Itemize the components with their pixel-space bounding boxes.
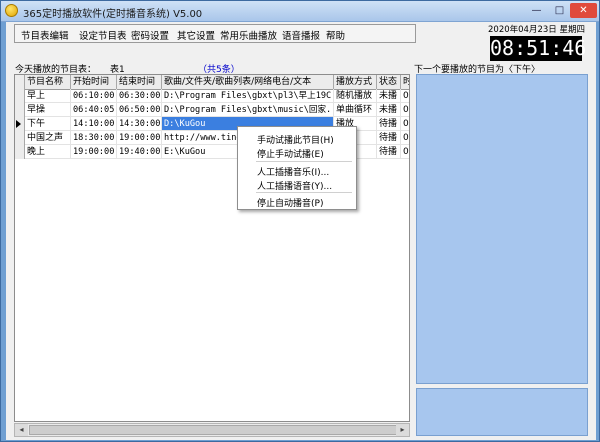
cell-play-mode: 单曲循环 bbox=[334, 103, 377, 117]
cell-status: 待播 bbox=[377, 131, 401, 145]
ctx-separator bbox=[256, 192, 352, 193]
cell-start-time: 18:30:00 bbox=[71, 131, 117, 145]
cell-end-time: 19:00:00 bbox=[117, 131, 162, 145]
cell-end-time: 19:40:00 bbox=[117, 145, 162, 159]
cell-program-name: 晚上 bbox=[25, 145, 71, 159]
ctx-manual-test-play[interactable]: 手动试播此节目(H) bbox=[257, 133, 334, 146]
menu-common-music[interactable]: 常用乐曲播放 bbox=[220, 28, 277, 42]
cell-end-time: 06:50:00 bbox=[117, 103, 162, 117]
cell-program-name: 下午 bbox=[25, 117, 71, 131]
row-indicator bbox=[15, 103, 25, 117]
header-status[interactable]: 状态 bbox=[377, 75, 401, 89]
main-client-area: 节目表编辑 设定节目表 密码设置 其它设置 常用乐曲播放 语音播报 帮助 202… bbox=[6, 22, 596, 440]
context-menu: 手动试播此节目(H) 停止手动试播(E) 人工插播音乐(I)... 人工插播语音… bbox=[237, 126, 357, 210]
cell-program-name: 早操 bbox=[25, 103, 71, 117]
header-time-extra[interactable]: 时 bbox=[401, 75, 409, 89]
cell-status: 未播 bbox=[377, 103, 401, 117]
minimize-button[interactable]: — bbox=[524, 3, 549, 18]
ctx-separator bbox=[256, 161, 352, 162]
header-end-time[interactable]: 结束时间 bbox=[117, 75, 162, 89]
ctx-stop-manual-play[interactable]: 停止手动试播(E) bbox=[257, 147, 324, 160]
header-indicator bbox=[15, 75, 25, 89]
cell-extra: 06 bbox=[401, 103, 409, 117]
cell-end-time: 14:30:00 bbox=[117, 117, 162, 131]
digital-clock: 08:51:46 bbox=[490, 36, 587, 61]
menu-other-settings[interactable]: 其它设置 bbox=[177, 28, 215, 42]
scrollbar-thumb[interactable] bbox=[29, 425, 399, 435]
cell-end-time: 06:30:00 bbox=[117, 89, 162, 103]
menu-voice-broadcast[interactable]: 语音播报 bbox=[282, 28, 320, 42]
title-bar[interactable]: 365定时播放软件(定时播音系统) V5.00 — □ ✕ bbox=[1, 1, 599, 22]
horizontal-scrollbar[interactable]: ◂ ▸ bbox=[14, 423, 410, 437]
scroll-left-icon[interactable]: ◂ bbox=[15, 424, 28, 436]
header-play-mode[interactable]: 播放方式 bbox=[334, 75, 377, 89]
date-display: 2020年04月23日 星期四 bbox=[488, 25, 585, 35]
row-indicator bbox=[15, 131, 25, 145]
cell-extra: 00 bbox=[401, 117, 409, 131]
cell-status: 待播 bbox=[377, 117, 401, 131]
ctx-stop-auto-play[interactable]: 停止自动播音(P) bbox=[257, 196, 323, 209]
menu-set-schedule[interactable]: 设定节目表 bbox=[79, 28, 127, 42]
cell-extra: 06 bbox=[401, 89, 409, 103]
cell-extra: 00 bbox=[401, 131, 409, 145]
header-program-name[interactable]: 节目名称 bbox=[25, 75, 71, 89]
app-icon bbox=[5, 4, 18, 17]
menu-edit-schedule[interactable]: 节目表编辑 bbox=[21, 28, 69, 42]
cell-start-time: 06:40:05 bbox=[71, 103, 117, 117]
cell-program-name: 早上 bbox=[25, 89, 71, 103]
ctx-insert-voice[interactable]: 人工插播语音(Y)... bbox=[257, 179, 332, 192]
table-row[interactable]: 早上 06:10:00 06:30:00 D:\Program Files\gb… bbox=[15, 89, 409, 103]
cell-play-mode: 随机播放 bbox=[334, 89, 377, 103]
close-button[interactable]: ✕ bbox=[570, 3, 597, 18]
row-indicator bbox=[15, 89, 25, 103]
menu-help[interactable]: 帮助 bbox=[326, 28, 345, 42]
cell-source: D:\Program Files\gbxt\pl3\早上19C bbox=[162, 89, 334, 103]
cell-start-time: 06:10:00 bbox=[71, 89, 117, 103]
table-row[interactable]: 早操 06:40:05 06:50:00 D:\Program Files\gb… bbox=[15, 103, 409, 117]
scroll-right-icon[interactable]: ▸ bbox=[396, 424, 409, 436]
maximize-button[interactable]: □ bbox=[547, 3, 572, 18]
window-title: 365定时播放软件(定时播音系统) V5.00 bbox=[23, 9, 203, 20]
row-indicator bbox=[15, 117, 25, 131]
cell-source: D:\Program Files\gbxt\music\回家. bbox=[162, 103, 334, 117]
header-start-time[interactable]: 开始时间 bbox=[71, 75, 117, 89]
cell-start-time: 19:00:00 bbox=[71, 145, 117, 159]
menu-bar: 节目表编辑 设定节目表 密码设置 其它设置 常用乐曲播放 语音播报 帮助 bbox=[14, 24, 416, 43]
cell-status: 待播 bbox=[377, 145, 401, 159]
cell-program-name: 中国之声 bbox=[25, 131, 71, 145]
menu-password[interactable]: 密码设置 bbox=[131, 28, 169, 42]
cell-status: 未播 bbox=[377, 89, 401, 103]
ctx-insert-music[interactable]: 人工插播音乐(I)... bbox=[257, 165, 329, 178]
cell-extra: 00 bbox=[401, 145, 409, 159]
current-row-arrow-icon bbox=[16, 120, 21, 128]
grid-header: 节目名称 开始时间 结束时间 歌曲/文件夹/歌曲列表/网络电台/文本 播放方式 … bbox=[15, 75, 409, 90]
row-indicator bbox=[15, 145, 25, 159]
app-window: 365定时播放软件(定时播音系统) V5.00 — □ ✕ 节目表编辑 设定节目… bbox=[0, 0, 600, 442]
next-program-panel bbox=[416, 74, 588, 384]
status-panel bbox=[416, 388, 588, 436]
cell-start-time: 14:10:00 bbox=[71, 117, 117, 131]
header-source[interactable]: 歌曲/文件夹/歌曲列表/网络电台/文本 bbox=[162, 75, 334, 89]
